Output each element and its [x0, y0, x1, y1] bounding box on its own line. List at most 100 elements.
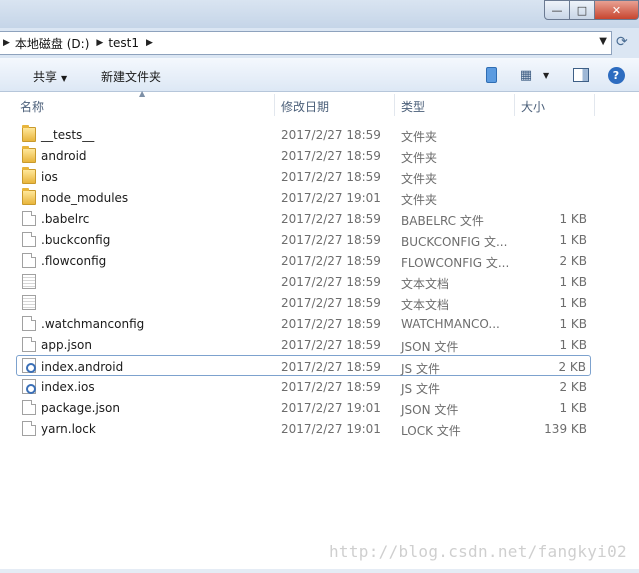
view-options-icon[interactable]: ▦ [517, 66, 535, 84]
file-date: 2017/2/27 19:01 [281, 422, 381, 436]
address-bar[interactable]: ▶ 本地磁盘 (D:) ▶ test1 ▶ ▼ [0, 31, 612, 55]
file-row[interactable]: ios 2017/2/27 18:59 文件夹 [0, 166, 639, 187]
file-name: .watchmanconfig [41, 317, 145, 331]
file-row[interactable]: 2017/2/27 18:59 文本文档 1 KB [0, 271, 639, 292]
file-date: 2017/2/27 18:59 [281, 275, 381, 289]
file-row[interactable]: index.ios 2017/2/27 18:59 JS 文件 2 KB [0, 376, 639, 397]
file-size: 1 KB [559, 401, 587, 415]
file-row[interactable]: .babelrc 2017/2/27 18:59 BABELRC 文件 1 KB [0, 208, 639, 229]
chevron-down-icon[interactable]: ▼ [543, 71, 549, 80]
file-name: app.json [41, 338, 92, 352]
column-divider[interactable] [514, 94, 515, 116]
file-name: node_modules [41, 191, 129, 205]
column-divider[interactable] [394, 94, 395, 116]
file-icon [22, 253, 36, 268]
address-dropdown-icon[interactable]: ▼ [599, 36, 607, 47]
folder-icon [22, 146, 36, 163]
js-icon [22, 358, 36, 373]
text-icon [22, 295, 36, 310]
file-type: JS 文件 [401, 382, 440, 396]
file-name: package.json [41, 401, 121, 415]
file-icon [22, 337, 36, 352]
file-type: FLOWCONFIG 文... [401, 256, 510, 270]
column-type-header[interactable]: 类型 [401, 98, 425, 115]
file-row[interactable]: yarn.lock 2017/2/27 19:01 LOCK 文件 139 KB [0, 418, 639, 439]
file-date: 2017/2/27 18:59 [281, 296, 381, 310]
column-headers: ▲ 名称 修改日期 类型 大小 [0, 89, 639, 118]
file-icon [22, 421, 36, 436]
file-type: 文件夹 [401, 193, 438, 207]
file-name: android [41, 149, 87, 163]
file-icon [22, 400, 36, 415]
file-row[interactable]: .flowconfig 2017/2/27 18:59 FLOWCONFIG 文..… [0, 250, 639, 271]
file-date: 2017/2/27 18:59 [281, 149, 381, 163]
file-size: 1 KB [559, 317, 587, 331]
file-row[interactable]: node_modules 2017/2/27 19:01 文件夹 [0, 187, 639, 208]
file-name: .buckconfig [41, 233, 111, 247]
minimize-button[interactable]: — [544, 0, 570, 20]
file-name: .flowconfig [41, 254, 107, 268]
refresh-icon[interactable]: ⟳ [616, 34, 628, 50]
device-icon[interactable] [482, 66, 500, 84]
new-folder-button[interactable]: 新建文件夹 [101, 68, 161, 85]
share-button[interactable]: 共享 ▼ [33, 68, 67, 85]
window-bottom-edge [0, 569, 639, 573]
file-row[interactable]: .buckconfig 2017/2/27 18:59 BUCKCONFIG 文..… [0, 229, 639, 250]
column-date-header[interactable]: 修改日期 [281, 98, 329, 115]
file-name: index.android [41, 360, 124, 374]
maximize-button[interactable]: □ [570, 0, 595, 20]
folder-icon [22, 125, 36, 142]
file-type: JSON 文件 [401, 403, 459, 417]
sort-ascending-icon: ▲ [139, 89, 146, 98]
file-size: 1 KB [559, 275, 587, 289]
file-size: 1 KB [559, 233, 587, 247]
help-button[interactable]: ? [607, 66, 625, 84]
command-bar: 共享 ▼ 新建文件夹 ▦ ▼ ? [0, 58, 639, 92]
breadcrumb-chevron-icon[interactable]: ▶ [89, 38, 108, 48]
js-icon [22, 379, 36, 394]
file-type: 文件夹 [401, 151, 438, 165]
breadcrumb-chevron-icon[interactable]: ▶ [139, 38, 158, 48]
title-bar: — □ ✕ [0, 0, 639, 28]
file-icon [22, 211, 36, 226]
breadcrumb-folder[interactable]: test1 [108, 36, 139, 50]
file-row[interactable]: package.json 2017/2/27 19:01 JSON 文件 1 KB [0, 397, 639, 418]
file-size: 2 KB [558, 360, 586, 374]
column-divider[interactable] [594, 94, 595, 116]
breadcrumb-chevron-icon[interactable]: ▶ [0, 38, 15, 48]
file-row[interactable]: index.android 2017/2/27 18:59 JS 文件 2 KB [16, 355, 591, 376]
file-size: 1 KB [559, 338, 587, 352]
file-type: JS 文件 [401, 362, 440, 376]
preview-pane-icon[interactable] [572, 66, 590, 84]
file-row[interactable]: __tests__ 2017/2/27 18:59 文件夹 [0, 124, 639, 145]
file-date: 2017/2/27 18:59 [281, 170, 381, 184]
file-type: 文件夹 [401, 130, 438, 144]
breadcrumb-drive[interactable]: 本地磁盘 (D:) [15, 35, 89, 52]
close-button[interactable]: ✕ [595, 0, 639, 20]
chevron-down-icon: ▼ [61, 74, 68, 83]
file-date: 2017/2/27 18:59 [281, 338, 381, 352]
address-row: ▶ 本地磁盘 (D:) ▶ test1 ▶ ▼ ⟳ [0, 28, 639, 58]
column-name-header[interactable]: 名称 [20, 98, 44, 115]
file-row[interactable]: 2017/2/27 18:59 文本文档 1 KB [0, 292, 639, 313]
file-date: 2017/2/27 19:01 [281, 191, 381, 205]
file-type: JSON 文件 [401, 340, 459, 354]
file-name: .babelrc [41, 212, 90, 226]
file-size: 1 KB [559, 212, 587, 226]
file-name: yarn.lock [41, 422, 96, 436]
file-row[interactable]: app.json 2017/2/27 18:59 JSON 文件 1 KB [0, 334, 639, 355]
file-row[interactable]: android 2017/2/27 18:59 文件夹 [0, 145, 639, 166]
column-size-header[interactable]: 大小 [521, 98, 545, 115]
file-date: 2017/2/27 18:59 [281, 360, 381, 374]
folder-icon [22, 188, 36, 205]
share-label: 共享 [33, 70, 58, 84]
file-row[interactable]: .watchmanconfig 2017/2/27 18:59 WATCHMANCO… [0, 313, 639, 334]
file-date: 2017/2/27 18:59 [281, 317, 381, 331]
column-divider[interactable] [274, 94, 275, 116]
file-size: 2 KB [559, 380, 587, 394]
file-icon [22, 316, 36, 331]
file-type: 文件夹 [401, 172, 438, 186]
file-size: 139 KB [544, 422, 587, 436]
help-icon: ? [607, 66, 625, 84]
file-type: LOCK 文件 [401, 424, 461, 438]
